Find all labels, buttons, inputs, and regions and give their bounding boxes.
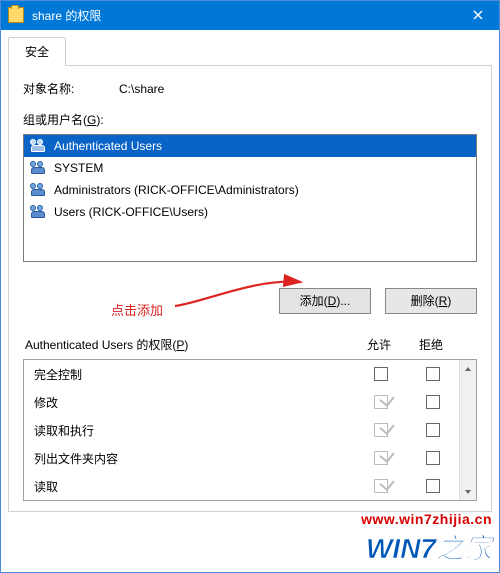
groups-label-post: ): <box>96 113 103 127</box>
permission-row: 完全控制 <box>24 360 459 388</box>
deny-checkbox[interactable] <box>426 479 440 493</box>
permissions-box: 完全控制修改读取和执行列出文件夹内容读取 <box>23 359 477 501</box>
add-button[interactable]: 添加(D)... <box>279 288 371 314</box>
list-item[interactable]: Administrators (RICK-OFFICE\Administrato… <box>24 179 476 201</box>
list-item-label: Administrators (RICK-OFFICE\Administrato… <box>54 183 299 197</box>
permission-row: 修改 <box>24 388 459 416</box>
permission-name: 读取 <box>34 478 355 495</box>
object-name-value: C:\share <box>119 82 164 96</box>
groups-listbox[interactable]: Authenticated Users SYSTEM Administrators … <box>23 134 477 262</box>
object-name-row: 对象名称: C:\share <box>23 80 477 97</box>
scroll-up-button[interactable] <box>460 360 476 377</box>
users-icon <box>30 139 48 153</box>
annotation-hint: 点击添加 <box>111 300 163 319</box>
allow-checkbox[interactable] <box>374 451 388 465</box>
titlebar: share 的权限 <box>0 0 500 30</box>
users-icon <box>30 205 48 219</box>
scroll-down-button[interactable] <box>460 483 476 500</box>
permission-name: 完全控制 <box>34 366 355 383</box>
add-button-pre: 添加( <box>300 294 328 308</box>
users-icon <box>30 161 48 175</box>
permissions-header: Authenticated Users 的权限(P) 允许 拒绝 <box>25 336 475 353</box>
list-item-label: Users (RICK-OFFICE\Users) <box>54 205 208 219</box>
allow-checkbox[interactable] <box>374 367 388 381</box>
permissions-scrollbar[interactable] <box>459 360 476 500</box>
close-icon <box>473 10 483 20</box>
allow-checkbox[interactable] <box>374 423 388 437</box>
column-deny: 拒绝 <box>405 336 457 353</box>
groups-label-hotkey: G <box>87 113 96 127</box>
column-allow: 允许 <box>353 336 405 353</box>
deny-checkbox[interactable] <box>426 367 440 381</box>
permission-row: 读取和执行 <box>24 416 459 444</box>
folder-icon <box>8 7 24 23</box>
list-item[interactable]: SYSTEM <box>24 157 476 179</box>
chevron-down-icon <box>464 488 472 496</box>
tab-pane-security: 对象名称: C:\share 组或用户名(G): Authenticated U… <box>8 66 492 512</box>
list-item-label: SYSTEM <box>54 161 103 175</box>
remove-button[interactable]: 删除(R) <box>385 288 477 314</box>
permission-row: 列出文件夹内容 <box>24 444 459 472</box>
groups-label: 组或用户名(G): <box>23 111 477 128</box>
list-item-label: Authenticated Users <box>54 139 162 153</box>
list-item[interactable]: Users (RICK-OFFICE\Users) <box>24 201 476 223</box>
allow-checkbox[interactable] <box>374 395 388 409</box>
allow-checkbox[interactable] <box>374 479 388 493</box>
close-button[interactable] <box>456 0 500 30</box>
perm-title-pre: Authenticated Users 的权限( <box>25 338 176 352</box>
remove-button-post: ) <box>447 294 451 308</box>
chevron-up-icon <box>464 365 472 373</box>
watermark-logo: WIN7之家 <box>361 527 492 567</box>
remove-button-pre: 删除( <box>411 294 439 308</box>
permission-name: 列出文件夹内容 <box>34 450 355 467</box>
scroll-track[interactable] <box>460 377 476 483</box>
add-button-post: )... <box>336 294 350 308</box>
permissions-list: 完全控制修改读取和执行列出文件夹内容读取 <box>24 360 459 500</box>
deny-checkbox[interactable] <box>426 451 440 465</box>
deny-checkbox[interactable] <box>426 395 440 409</box>
permission-name: 读取和执行 <box>34 422 355 439</box>
permission-row: 读取 <box>24 472 459 500</box>
object-name-label: 对象名称: <box>23 80 119 97</box>
tab-strip: 安全 <box>8 36 492 66</box>
permission-name: 修改 <box>34 394 355 411</box>
deny-checkbox[interactable] <box>426 423 440 437</box>
users-icon <box>30 183 48 197</box>
tab-security[interactable]: 安全 <box>8 37 66 66</box>
perm-title-post: ) <box>184 338 188 352</box>
window-title: share 的权限 <box>32 7 456 24</box>
groups-label-pre: 组或用户名( <box>23 113 87 127</box>
list-item[interactable]: Authenticated Users <box>24 135 476 157</box>
